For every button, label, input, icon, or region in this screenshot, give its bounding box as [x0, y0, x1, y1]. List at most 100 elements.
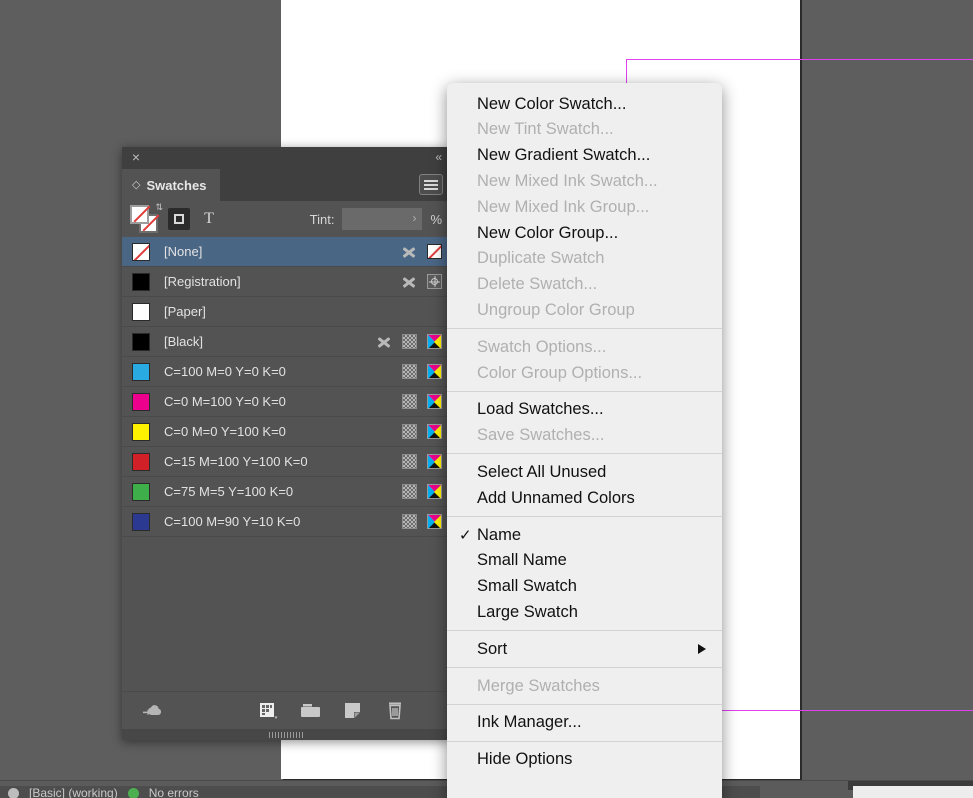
swatch-color-chip[interactable]: [132, 242, 150, 261]
menu-item-label: New Gradient Swatch...: [477, 146, 651, 165]
folder-icon: [301, 704, 320, 717]
formatting-affects-text-button[interactable]: T: [198, 208, 220, 230]
menu-separator: [447, 740, 722, 742]
swatch-row[interactable]: C=75 M=5 Y=100 K=0: [122, 477, 450, 507]
swatch-color-chip[interactable]: [132, 392, 150, 411]
color-theme-icon: [260, 702, 278, 719]
tint-input[interactable]: ›: [342, 208, 423, 230]
swatch-color-chip[interactable]: [132, 302, 150, 321]
menu-item-label: Name: [477, 525, 522, 544]
swatches-panel-flyout-menu[interactable]: New Color Swatch... New Tint Swatch... New…: [447, 83, 722, 798]
swatch-row[interactable]: C=0 M=0 Y=100 K=0: [122, 417, 450, 447]
menu-separator: [447, 515, 722, 517]
menu-item: Color Group Options...: [447, 360, 722, 386]
registration-icon: [427, 274, 442, 289]
menu-item[interactable]: Large Swatch: [447, 599, 722, 625]
menu-item-label: Merge Swatches: [477, 676, 600, 695]
swatch-row[interactable]: [Black]: [122, 327, 450, 357]
none-swatch-icon: [427, 244, 442, 259]
menu-item[interactable]: New Gradient Swatch...: [447, 143, 722, 169]
menu-item[interactable]: Select All Unused: [447, 459, 722, 485]
status-errors: No errors: [148, 786, 199, 798]
formatting-affects-container-button[interactable]: [168, 208, 190, 230]
swatch-row[interactable]: C=0 M=100 Y=0 K=0: [122, 387, 450, 417]
panel-menu-button[interactable]: [419, 174, 443, 195]
spot-color-icon: [376, 334, 392, 350]
menu-item[interactable]: Add Unnamed Colors: [447, 485, 722, 511]
swatch-row-icons: [402, 364, 442, 379]
save-to-cc-libraries-button[interactable]: [140, 699, 166, 723]
swatch-name: C=15 M=100 Y=100 K=0: [164, 454, 308, 469]
menu-item: New Mixed Ink Swatch...: [447, 168, 722, 194]
menu-item[interactable]: Hide Options: [447, 747, 722, 773]
swatch-color-chip[interactable]: [132, 362, 150, 381]
swatch-row[interactable]: [Registration]: [122, 267, 450, 297]
menu-item: Duplicate Swatch: [447, 246, 722, 272]
cloud-icon: [143, 704, 162, 715]
swatch-options-row: ⇅ T Tint: › %: [122, 201, 450, 237]
menu-item-label: Ink Manager...: [477, 713, 582, 732]
swatch-name: C=100 M=90 Y=10 K=0: [164, 514, 301, 529]
collapse-panel-icon[interactable]: «: [435, 150, 442, 164]
delete-swatch-button[interactable]: [382, 699, 408, 723]
menu-separator: [447, 390, 722, 392]
menu-item[interactable]: New Color Swatch...: [447, 91, 722, 117]
menu-item-label: Load Swatches...: [477, 400, 604, 419]
swatch-row-icons: [376, 334, 442, 350]
swatch-name: C=0 M=100 Y=0 K=0: [164, 394, 286, 409]
swatch-color-chip[interactable]: [132, 512, 150, 531]
tab-grip-icon: ◇: [132, 178, 141, 191]
swatch-row[interactable]: [Paper]: [122, 297, 450, 327]
menu-item[interactable]: Small Name: [447, 548, 722, 574]
swap-fill-stroke-icon[interactable]: ⇅: [155, 202, 163, 213]
menu-item: Save Swatches...: [447, 423, 722, 449]
menu-item-label: Duplicate Swatch: [477, 249, 605, 268]
swatch-color-chip[interactable]: [132, 452, 150, 471]
swatch-row[interactable]: C=15 M=100 Y=100 K=0: [122, 447, 450, 477]
swatch-list[interactable]: [None] [Registration] [Paper] [Black] C=100 …: [122, 237, 450, 691]
menu-item: Swatch Options...: [447, 334, 722, 360]
spot-color-icon: [401, 274, 417, 290]
menu-item[interactable]: Small Swatch: [447, 574, 722, 600]
status-bar-right-panel: [853, 786, 973, 798]
new-swatch-button[interactable]: [340, 699, 366, 723]
swatch-name: C=100 M=0 Y=0 K=0: [164, 364, 286, 379]
swatch-row[interactable]: C=100 M=0 Y=0 K=0: [122, 357, 450, 387]
preflight-indicator-icon: [8, 787, 19, 798]
panel-resize-grip[interactable]: [122, 729, 450, 740]
tint-pattern-icon: [402, 514, 417, 529]
swatches-panel[interactable]: × « ◇ Swatches ⇅ T Tint: › % [None][Regi…: [122, 147, 450, 740]
swatch-color-chip[interactable]: [132, 482, 150, 501]
fill-proxy-icon[interactable]: [130, 205, 149, 224]
menu-item[interactable]: New Color Group...: [447, 220, 722, 246]
menu-item-label: Color Group Options...: [477, 363, 643, 382]
tab-swatches[interactable]: ◇ Swatches: [122, 169, 221, 201]
swatch-row[interactable]: [None]: [122, 237, 450, 267]
menu-item-label: Select All Unused: [477, 463, 607, 481]
fill-stroke-proxy[interactable]: ⇅: [130, 202, 163, 233]
menu-item-label: Hide Options: [477, 750, 573, 769]
close-icon[interactable]: ×: [129, 150, 143, 164]
menu-item[interactable]: ✓ Name: [447, 522, 722, 548]
swatch-color-chip[interactable]: [132, 272, 150, 291]
swatch-row[interactable]: C=100 M=90 Y=10 K=0: [122, 507, 450, 537]
new-color-group-button[interactable]: [298, 699, 324, 723]
chevron-right-icon[interactable]: ›: [412, 211, 416, 225]
menu-item-label: Swatch Options...: [477, 337, 607, 356]
color-theme-tool-button[interactable]: [256, 699, 282, 723]
menu-item: New Mixed Ink Group...: [447, 194, 722, 220]
swatch-name: C=0 M=0 Y=100 K=0: [164, 424, 286, 439]
swatch-row-icons: [402, 424, 442, 439]
panel-titlebar[interactable]: × «: [122, 147, 450, 169]
swatch-name: [Registration]: [164, 274, 241, 289]
menu-item[interactable]: Ink Manager...: [447, 710, 722, 736]
menu-item[interactable]: Load Swatches...: [447, 397, 722, 423]
hamburger-line: [424, 179, 438, 182]
swatch-color-chip[interactable]: [132, 422, 150, 441]
swatch-color-chip[interactable]: [132, 332, 150, 351]
text-icon: T: [204, 210, 214, 227]
cmyk-process-color-icon: [427, 424, 442, 439]
swatch-row-icons: [402, 394, 442, 409]
menu-item[interactable]: Sort: [447, 636, 722, 662]
menu-item: Ungroup Color Group: [447, 297, 722, 323]
